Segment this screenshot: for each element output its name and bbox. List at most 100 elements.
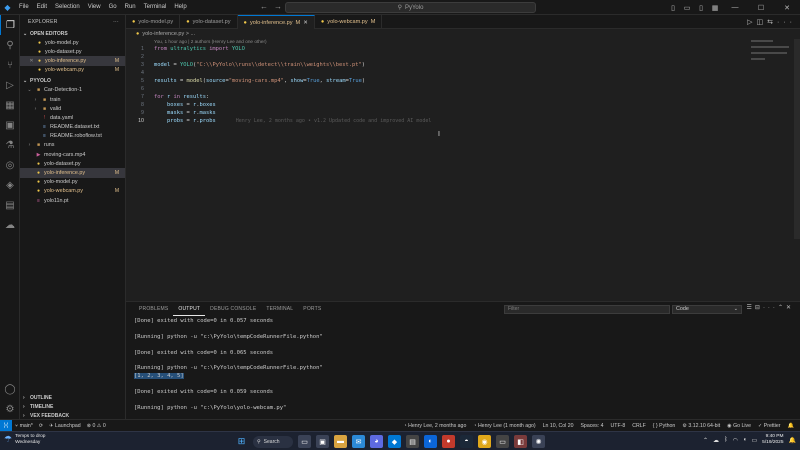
editor-scrollbar[interactable] bbox=[794, 39, 800, 239]
explorer-icon[interactable]: ❐ bbox=[0, 15, 20, 35]
back-arrow-icon[interactable]: ← bbox=[260, 2, 268, 11]
eol-status[interactable]: CRLF bbox=[632, 423, 646, 429]
lock-icon[interactable]: ⊟ bbox=[755, 305, 763, 311]
close-window-icon[interactable]: ✕ bbox=[777, 4, 797, 12]
steam-icon[interactable]: ◓ bbox=[460, 435, 473, 448]
output-log[interactable]: [Done] exited with code=0 in 0.057 secon… bbox=[134, 318, 323, 413]
timeline-header[interactable]: › TIMELINE bbox=[20, 402, 126, 411]
output-filter-input[interactable]: Filter bbox=[504, 305, 670, 314]
cursor-position-status[interactable]: Ln 10, Col 20 bbox=[543, 423, 574, 429]
file-explorer-icon[interactable]: ▬ bbox=[334, 435, 347, 448]
more-actions-icon[interactable]: ··· bbox=[113, 19, 119, 25]
media-player-icon[interactable]: ● bbox=[442, 435, 455, 448]
outline-header[interactable]: › OUTLINE bbox=[20, 393, 126, 402]
tab-output[interactable]: OUTPUT bbox=[173, 302, 206, 316]
tab-yolo-model[interactable]: ● yolo-model.py bbox=[126, 15, 181, 29]
menu-view[interactable]: View bbox=[84, 0, 105, 15]
minimap[interactable] bbox=[751, 39, 791, 69]
blame-status[interactable]: ◔ Henry Lee, 2 months ago bbox=[403, 423, 466, 429]
widgets-icon[interactable]: ▣ bbox=[316, 435, 329, 448]
go-live-status[interactable]: ◉ Go Live bbox=[727, 423, 751, 429]
tab-terminal[interactable]: TERMINAL bbox=[261, 302, 298, 316]
mail-icon[interactable]: ✉ bbox=[352, 435, 365, 448]
chrome-icon[interactable]: ◉ bbox=[478, 435, 491, 448]
tree-file-yolo11n[interactable]: ≡ yolo11n.pt bbox=[20, 196, 125, 205]
tree-folder-car-detection[interactable]: ⌄ ■ Car-Detection-1 bbox=[20, 86, 125, 95]
settings-gear-icon[interactable]: ⚙ bbox=[0, 399, 20, 419]
tree-folder-train[interactable]: › ■ train bbox=[20, 95, 125, 104]
more-actions-icon[interactable]: ··· bbox=[777, 19, 796, 26]
app-icon[interactable]: ◧ bbox=[514, 435, 527, 448]
sync-icon[interactable]: ⟳ bbox=[39, 423, 43, 429]
tree-folder-valid[interactable]: › ■ valid bbox=[20, 104, 125, 113]
customize-layout-icon[interactable]: ▦ bbox=[711, 4, 719, 12]
menu-selection[interactable]: Selection bbox=[51, 0, 84, 15]
open-editor-item[interactable]: ● yolo-model.py bbox=[20, 38, 125, 47]
tree-file-yolo-model[interactable]: ● yolo-model.py bbox=[20, 178, 125, 187]
encoding-status[interactable]: UTF-8 bbox=[611, 423, 626, 429]
open-editor-item[interactable]: ● yolo-dataset.py bbox=[20, 47, 125, 56]
output-channel-select[interactable]: Code ⌄ bbox=[672, 305, 742, 314]
menu-file[interactable]: File bbox=[15, 0, 33, 15]
tab-yolo-inference[interactable]: ● yolo-inference.py M ✕ bbox=[237, 15, 315, 29]
wifi-icon[interactable]: ◠ bbox=[733, 437, 738, 444]
tab-ports[interactable]: PORTS bbox=[298, 302, 326, 316]
git-graph-icon[interactable]: ◈ bbox=[0, 175, 20, 195]
command-center-search[interactable]: ⚲ PyYolo bbox=[285, 2, 536, 13]
remote-indicator-icon[interactable]: ⟩⟨ bbox=[0, 419, 12, 432]
open-editor-item-active[interactable]: ✕ ● yolo-inference.py M bbox=[20, 56, 125, 66]
copilot-icon[interactable]: ▤ bbox=[0, 195, 20, 215]
terminal-icon[interactable]: ▭ bbox=[496, 435, 509, 448]
extensions-icon[interactable]: ▦ bbox=[0, 95, 20, 115]
tree-file-yolo-dataset[interactable]: ● yolo-dataset.py bbox=[20, 159, 125, 168]
launchpad-status[interactable]: ✈ Launchpad bbox=[49, 423, 80, 429]
breadcrumb[interactable]: ● yolo-inference.py > ... bbox=[126, 29, 800, 39]
layout-toggle-secondary-icon[interactable]: ▯ bbox=[697, 4, 705, 12]
gitlens-icon[interactable]: ◎ bbox=[0, 155, 20, 175]
forward-arrow-icon[interactable]: → bbox=[274, 2, 282, 11]
battery-icon[interactable]: ▭ bbox=[752, 437, 758, 444]
system-clock[interactable]: 9:40 PM 5/19/2025 bbox=[762, 434, 783, 446]
run-debug-icon[interactable]: ▷ bbox=[0, 75, 20, 95]
tree-file-readme-roboflow[interactable]: ≡ README.roboflow.txt bbox=[20, 132, 125, 141]
open-changes-icon[interactable]: ⇆ bbox=[767, 19, 777, 26]
menu-terminal[interactable]: Terminal bbox=[140, 0, 171, 15]
account-icon[interactable]: ◯ bbox=[0, 379, 20, 399]
prettier-status[interactable]: ✓ Prettier bbox=[758, 423, 781, 429]
problems-status[interactable]: ⊗ 0 ⚠ 0 bbox=[87, 423, 106, 429]
tree-file-data-yaml[interactable]: ! data.yaml bbox=[20, 113, 125, 122]
cloud-icon[interactable]: ☁ bbox=[713, 437, 719, 444]
interpreter-status[interactable]: ⚙ 3.12.10 64-bit bbox=[682, 423, 720, 429]
codelens-blame[interactable]: You, 1 hour ago | 2 authors (Henry Lee a… bbox=[154, 39, 267, 44]
docker-icon[interactable]: ☁ bbox=[0, 215, 20, 235]
weather-widget[interactable]: ☂ Temps to drop Wednesday bbox=[4, 434, 45, 445]
discord-icon[interactable]: ◕ bbox=[370, 435, 383, 448]
tree-file-yolo-inference[interactable]: ● yolo-inference.py M bbox=[20, 168, 125, 178]
language-status[interactable]: { } Python bbox=[653, 423, 676, 429]
gitlens-blame-status[interactable]: ◔ Henry Lee (1 month ago) bbox=[473, 423, 535, 429]
menu-edit[interactable]: Edit bbox=[33, 0, 51, 15]
run-file-icon[interactable]: ▷ bbox=[747, 19, 756, 26]
notifications-bell-icon[interactable]: 🔔 bbox=[788, 423, 794, 429]
layout-toggle-sidebar-icon[interactable]: ▯ bbox=[669, 4, 677, 12]
tree-file-moving-cars[interactable]: ▶ moving-cars.mp4 bbox=[20, 150, 125, 159]
tab-problems[interactable]: PROBLEMS bbox=[134, 302, 173, 316]
maximize-panel-icon[interactable]: ⌃ bbox=[778, 305, 786, 311]
git-branch-status[interactable]: ⑂ main* bbox=[15, 423, 33, 429]
indentation-status[interactable]: Spaces: 4 bbox=[580, 423, 603, 429]
vscode-taskbar-icon[interactable]: ◆ bbox=[388, 435, 401, 448]
code-editor[interactable]: You, 1 hour ago | 2 authors (Henry Lee a… bbox=[126, 39, 800, 301]
app-icon[interactable]: ▤ bbox=[406, 435, 419, 448]
testing-icon[interactable]: ⚗ bbox=[0, 135, 20, 155]
project-header[interactable]: ⌄ PYYOLO bbox=[20, 77, 125, 86]
minimize-window-icon[interactable]: — bbox=[725, 4, 745, 11]
search-view-icon[interactable]: ⚲ bbox=[0, 35, 20, 55]
tree-folder-runs[interactable]: › ■ runs bbox=[20, 141, 125, 150]
open-editors-header[interactable]: ⌄ OPEN EDITORS bbox=[20, 29, 125, 38]
more-actions-icon[interactable]: ··· bbox=[763, 305, 778, 311]
close-tab-icon[interactable]: ✕ bbox=[303, 20, 308, 26]
tree-file-yolo-webcam[interactable]: ● yolo-webcam.py M bbox=[20, 187, 125, 196]
source-control-icon[interactable]: ⑂ bbox=[0, 55, 20, 75]
list-icon[interactable]: ☰ bbox=[747, 305, 755, 311]
tab-yolo-webcam[interactable]: ● yolo-webcam.py M bbox=[315, 15, 383, 29]
